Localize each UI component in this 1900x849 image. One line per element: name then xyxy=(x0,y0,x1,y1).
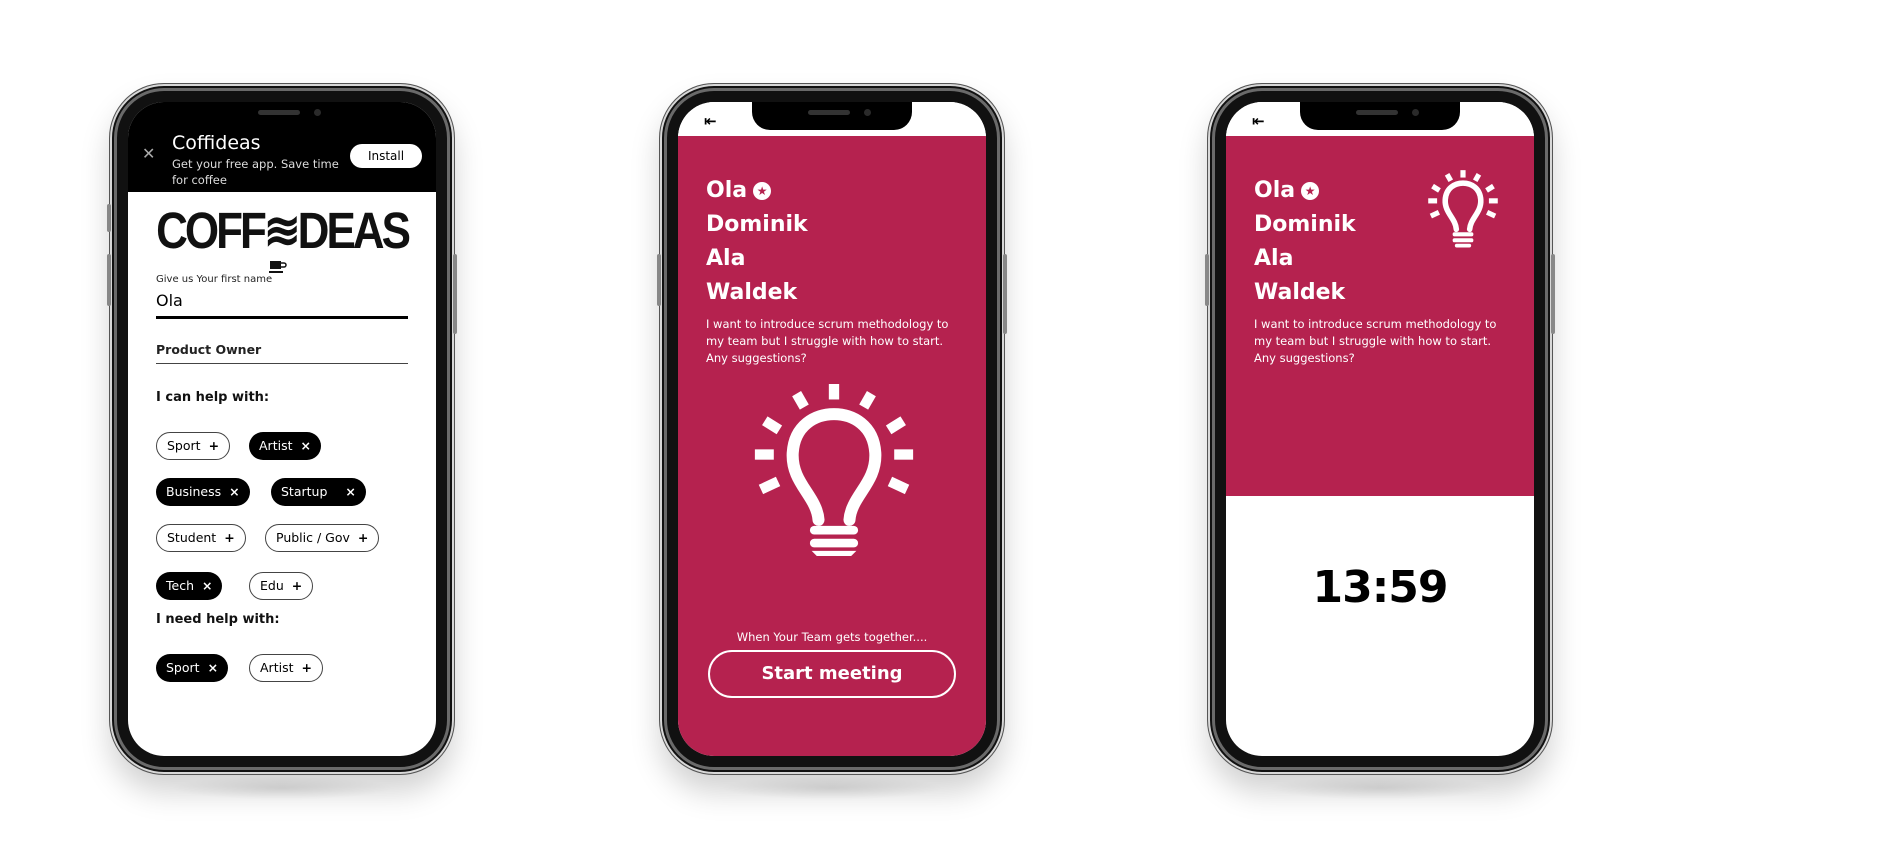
mute-switch xyxy=(107,204,111,232)
chip-startup[interactable]: Startup × xyxy=(271,478,366,506)
hint-text: When Your Team gets together.... xyxy=(736,630,928,644)
remove-icon: × xyxy=(229,484,240,499)
start-meeting-button[interactable]: Start meeting xyxy=(708,650,956,698)
power-button xyxy=(1003,254,1007,334)
chip-label: Student xyxy=(167,530,217,545)
screen: ✕ Coffideas Get your free app. Save time… xyxy=(128,102,436,756)
remove-icon: × xyxy=(345,484,356,499)
chip-student[interactable]: Student + xyxy=(156,524,246,552)
chip-label: Artist xyxy=(259,438,293,453)
chip-label: Edu xyxy=(260,578,284,593)
star-icon: ★ xyxy=(753,182,772,200)
coffee-cup-icon xyxy=(269,261,287,273)
plus-icon: + xyxy=(291,578,303,593)
notch xyxy=(752,102,912,130)
plus-icon: + xyxy=(301,660,312,675)
chip-business[interactable]: Business × xyxy=(156,478,250,506)
member-name-text: Ola xyxy=(1254,178,1296,203)
plus-icon: + xyxy=(224,530,235,545)
role-field[interactable]: Product Owner xyxy=(156,342,408,364)
member-name: Dominik xyxy=(1254,212,1356,237)
chip-label: Sport xyxy=(166,660,200,675)
remove-icon: × xyxy=(300,438,311,453)
chip-sport[interactable]: Sport + xyxy=(156,432,231,460)
idea-panel: Ola ★ Dominik Ala Waldek I want to introd… xyxy=(1226,136,1534,496)
can-help-heading: I can help with: xyxy=(156,390,270,405)
member-name: Ala xyxy=(706,246,746,271)
remove-icon: × xyxy=(207,660,219,675)
chip-label: Startup xyxy=(281,484,328,499)
volume-button xyxy=(657,254,661,306)
power-button xyxy=(1551,254,1555,334)
app-logo: COFF≋DEAS xyxy=(156,203,411,260)
banner-subtitle: Get your free app. Save time for coffee xyxy=(172,157,339,187)
install-button[interactable]: Install xyxy=(350,144,422,168)
chip-artist[interactable]: Artist × xyxy=(249,432,321,460)
chip-tech[interactable]: Tech × xyxy=(156,572,223,600)
chip-sport[interactable]: Sport × xyxy=(156,654,229,682)
chip-label: Artist xyxy=(260,660,294,675)
banner-app-name: Coffideas xyxy=(172,132,261,154)
role-input[interactable]: Product Owner xyxy=(156,342,408,364)
back-icon[interactable]: ⇤ xyxy=(1252,112,1265,130)
volume-button xyxy=(1205,254,1209,306)
volume-up-button xyxy=(107,254,111,306)
meeting-timer: 13:59 xyxy=(1312,562,1448,613)
question-text: I want to introduce scrum methodology to… xyxy=(1254,317,1497,365)
first-name-field[interactable]: Give us Your first name Ola xyxy=(156,274,408,319)
screen: ⇤ Ola ★ Dominik Ala Waldek I want to intr… xyxy=(678,102,986,756)
member-name: Ola ★ xyxy=(706,174,808,208)
team-names: Ola ★ Dominik Ala Waldek xyxy=(1254,174,1356,310)
first-name-label: Give us Your first name xyxy=(156,274,273,285)
chip-label: Business xyxy=(166,484,222,499)
phone-registration: ✕ Coffideas Get your free app. Save time… xyxy=(107,84,457,800)
chip-label: Public / Gov xyxy=(276,530,350,545)
member-name: Waldek xyxy=(706,280,798,305)
phone-team: ⇤ Ola ★ Dominik Ala Waldek I want to intr… xyxy=(657,84,1007,800)
lightbulb-icon xyxy=(1428,170,1498,248)
screen: ⇤ Ola ★ Dominik Ala Waldek I want to intr… xyxy=(1226,102,1534,756)
first-name-input[interactable]: Ola xyxy=(156,291,408,319)
plus-icon: + xyxy=(208,438,220,453)
chip-label: Tech xyxy=(166,578,194,593)
remove-icon: × xyxy=(202,578,213,593)
need-help-heading: I need help with: xyxy=(156,612,280,627)
idea-panel: Ola ★ Dominik Ala Waldek I want to introd… xyxy=(678,136,986,756)
back-icon[interactable]: ⇤ xyxy=(704,112,717,130)
team-names: Ola ★ Dominik Ala Waldek xyxy=(706,174,808,310)
chip-label: Sport xyxy=(167,438,201,453)
chip-edu[interactable]: Edu + xyxy=(249,572,314,600)
plus-icon: + xyxy=(357,530,369,545)
member-name: Dominik xyxy=(706,212,808,237)
member-name: Waldek xyxy=(1254,280,1346,305)
close-icon[interactable]: ✕ xyxy=(142,144,155,163)
question-text: I want to introduce scrum methodology to… xyxy=(706,317,949,365)
phone-meeting: ⇤ Ola ★ Dominik Ala Waldek I want to intr… xyxy=(1205,84,1555,800)
member-name-text: Ola xyxy=(706,178,748,203)
lightbulb-icon xyxy=(754,384,914,556)
member-name: Ola ★ xyxy=(1254,174,1356,208)
chip-public-gov[interactable]: Public / Gov + xyxy=(265,524,380,552)
notch xyxy=(1300,102,1460,130)
star-icon: ★ xyxy=(1301,182,1320,200)
power-button xyxy=(453,254,457,334)
member-name: Ala xyxy=(1254,246,1294,271)
notch xyxy=(202,102,362,130)
chip-artist[interactable]: Artist + xyxy=(249,654,323,682)
